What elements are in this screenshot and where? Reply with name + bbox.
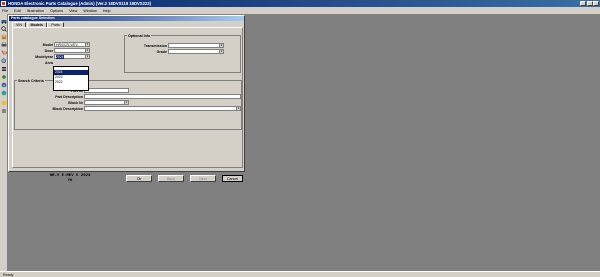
ok-button[interactable]: Ok (126, 175, 152, 182)
selected-model-summary: HR-V E:HEV 5 2024 YK (20, 172, 120, 186)
modelyear-option[interactable]: 2022 (54, 80, 88, 85)
search-criteria-group: Search Criteria Part Nr Part Description… (14, 78, 242, 130)
transmission-label: Transmission (143, 44, 167, 48)
minimize-button[interactable] (580, 1, 586, 6)
print-icon[interactable] (1, 42, 7, 48)
chevron-down-icon[interactable]: ▼ (85, 49, 89, 52)
app-title: HONDA Electronic Parts Catalogue (Admin)… (8, 1, 151, 6)
info-icon[interactable] (1, 82, 7, 88)
part-description-label: Part Description (55, 95, 83, 99)
chevron-down-icon[interactable]: ▼ (124, 101, 128, 104)
modelyear-label: Modelyear (35, 55, 53, 59)
modelyear-value: 2024 (56, 55, 64, 59)
dialog-footer: HR-V E:HEV 5 2024 YK Ok Back Next Cancel (12, 172, 243, 186)
optional-info-title: Optional Info (127, 33, 152, 38)
window-controls (580, 1, 599, 6)
menu-view[interactable]: View (69, 9, 77, 13)
menu-window[interactable]: Window (83, 9, 97, 13)
modelyear-select[interactable]: 2024 ▼ (54, 54, 90, 59)
menu-help[interactable]: Help (103, 9, 111, 13)
cancel-button[interactable]: Cancel (222, 175, 243, 182)
chevron-down-icon[interactable]: ▼ (219, 44, 223, 47)
block-nr-label: Block Nr (68, 101, 83, 105)
next-button[interactable]: Next (190, 175, 216, 182)
menu-bar: File Edit Illustration Options View Wind… (0, 7, 600, 14)
model-select[interactable]: HRV/CR-V/EV ▼ (54, 42, 90, 47)
chevron-down-icon[interactable]: ▼ (85, 55, 89, 58)
car-icon[interactable] (1, 18, 7, 24)
menu-illustration[interactable]: Illustration (27, 9, 44, 13)
help-icon[interactable] (1, 100, 7, 106)
area-label: Area (45, 61, 53, 65)
app-logo-icon (1, 1, 6, 6)
part-description-input[interactable] (84, 94, 241, 99)
maximize-button[interactable] (586, 1, 593, 6)
part-nr-input[interactable] (84, 88, 129, 93)
search-icon[interactable] (1, 26, 7, 32)
globe-icon[interactable] (1, 90, 7, 96)
app-titlebar: HONDA Electronic Parts Catalogue (Admin)… (0, 0, 600, 7)
dialog-title: Parts catalogue Selection (9, 16, 244, 21)
menu-edit[interactable]: Edit (14, 9, 21, 13)
zoom-icon[interactable] (1, 58, 7, 64)
menu-options[interactable]: Options (50, 9, 63, 13)
door-select[interactable]: ▼ (54, 48, 90, 53)
door-label: Door (44, 49, 53, 53)
transmission-select[interactable]: ▼ (168, 43, 224, 48)
modelyear-dropdown-list: 2024 2023 2022 (53, 66, 89, 91)
list-icon[interactable] (1, 66, 7, 72)
optional-info-group: Optional Info Transmission ▼ Grade ▼ (124, 33, 241, 73)
cart-icon[interactable] (1, 50, 7, 56)
parts-catalogue-selection-dialog: Parts catalogue Selection VIN Models Par… (8, 15, 245, 183)
chevron-down-icon[interactable]: ▼ (85, 43, 89, 46)
grade-label: Grade (156, 50, 167, 54)
summary-line-2: YK (67, 178, 73, 183)
chevron-down-icon[interactable]: ▼ (236, 107, 240, 110)
back-button[interactable]: Back (158, 175, 184, 182)
model-label: Model (42, 43, 53, 47)
exit-icon[interactable] (1, 108, 7, 114)
search-criteria-title: Search Criteria (17, 78, 45, 83)
chevron-down-icon[interactable]: ▼ (219, 50, 223, 53)
grade-select[interactable]: ▼ (168, 49, 224, 54)
status-bar: Ready (0, 271, 600, 277)
left-toolbar (0, 14, 8, 272)
block-description-label: Block Description (52, 107, 83, 111)
block-description-select[interactable]: ▼ (84, 106, 241, 111)
book-icon[interactable] (1, 34, 7, 40)
model-value: HRV/CR-V/EV (56, 43, 78, 47)
close-button[interactable] (593, 1, 599, 6)
settings-icon[interactable] (1, 74, 7, 80)
status-text: Ready (3, 273, 14, 277)
menu-file[interactable]: File (2, 9, 8, 13)
models-panel: Model HRV/CR-V/EV ▼ Door ▼ Modelyear 202… (12, 27, 243, 168)
block-nr-select[interactable]: ▼ (84, 100, 129, 105)
